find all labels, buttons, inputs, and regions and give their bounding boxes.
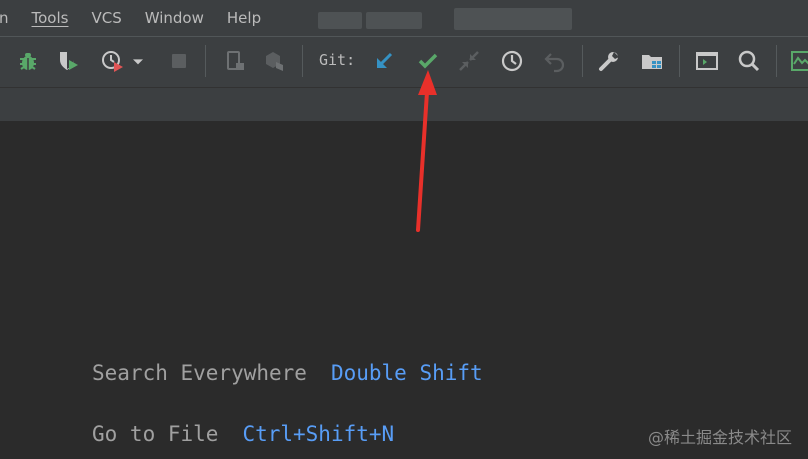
profiler-icon[interactable] bbox=[98, 47, 126, 75]
menu-bar: n Tools VCS Window Help bbox=[0, 0, 808, 36]
hint-shortcut: Double Shift bbox=[330, 361, 483, 385]
toolbar-separator bbox=[582, 45, 583, 77]
menu-run[interactable]: n bbox=[0, 9, 9, 27]
editor-empty-state: Search Everywhere Double Shift Go to File… bbox=[0, 121, 808, 459]
main-toolbar: Git: bbox=[0, 36, 808, 87]
menu-window[interactable]: Window bbox=[145, 9, 204, 27]
vcs-update-icon[interactable] bbox=[370, 47, 398, 75]
monitor-icon[interactable] bbox=[788, 47, 808, 75]
bug-icon[interactable] bbox=[14, 47, 42, 75]
vcs-push-icon[interactable] bbox=[455, 47, 483, 75]
editor-tab-bar bbox=[0, 87, 808, 122]
menu-vcs[interactable]: VCS bbox=[91, 9, 121, 27]
vcs-commit-icon[interactable] bbox=[414, 47, 442, 75]
hint-search-everywhere: Search Everywhere Double Shift bbox=[92, 361, 483, 385]
toolbar-separator bbox=[776, 45, 777, 77]
watermark: @稀土掘金技术社区 bbox=[647, 428, 792, 447]
search-icon[interactable] bbox=[735, 47, 763, 75]
package-icon[interactable] bbox=[260, 47, 288, 75]
hint-go-to-file: Go to File Ctrl+Shift+N bbox=[92, 422, 394, 446]
chevron-down-icon[interactable] bbox=[128, 47, 148, 75]
menu-tools[interactable]: Tools bbox=[32, 9, 69, 27]
history-icon[interactable] bbox=[498, 47, 526, 75]
shield-run-icon[interactable] bbox=[55, 47, 83, 75]
terminal-icon[interactable] bbox=[693, 47, 721, 75]
toolbar-separator bbox=[205, 45, 206, 77]
hint-label: Go to File bbox=[92, 422, 219, 446]
menu-help[interactable]: Help bbox=[227, 9, 261, 27]
git-label: Git: bbox=[319, 51, 356, 69]
hint-label: Search Everywhere bbox=[92, 361, 307, 385]
undo-icon[interactable] bbox=[541, 47, 569, 75]
toolbar-separator bbox=[302, 45, 303, 77]
blurred-title bbox=[366, 12, 422, 29]
toolbar-separator bbox=[679, 45, 680, 77]
hint-shortcut: Ctrl+Shift+N bbox=[242, 422, 395, 446]
blurred-title bbox=[318, 12, 362, 29]
folder-structure-icon[interactable] bbox=[638, 47, 666, 75]
device-icon[interactable] bbox=[221, 47, 249, 75]
blurred-title bbox=[454, 8, 572, 30]
wrench-icon[interactable] bbox=[595, 47, 623, 75]
stop-icon[interactable] bbox=[165, 47, 193, 75]
